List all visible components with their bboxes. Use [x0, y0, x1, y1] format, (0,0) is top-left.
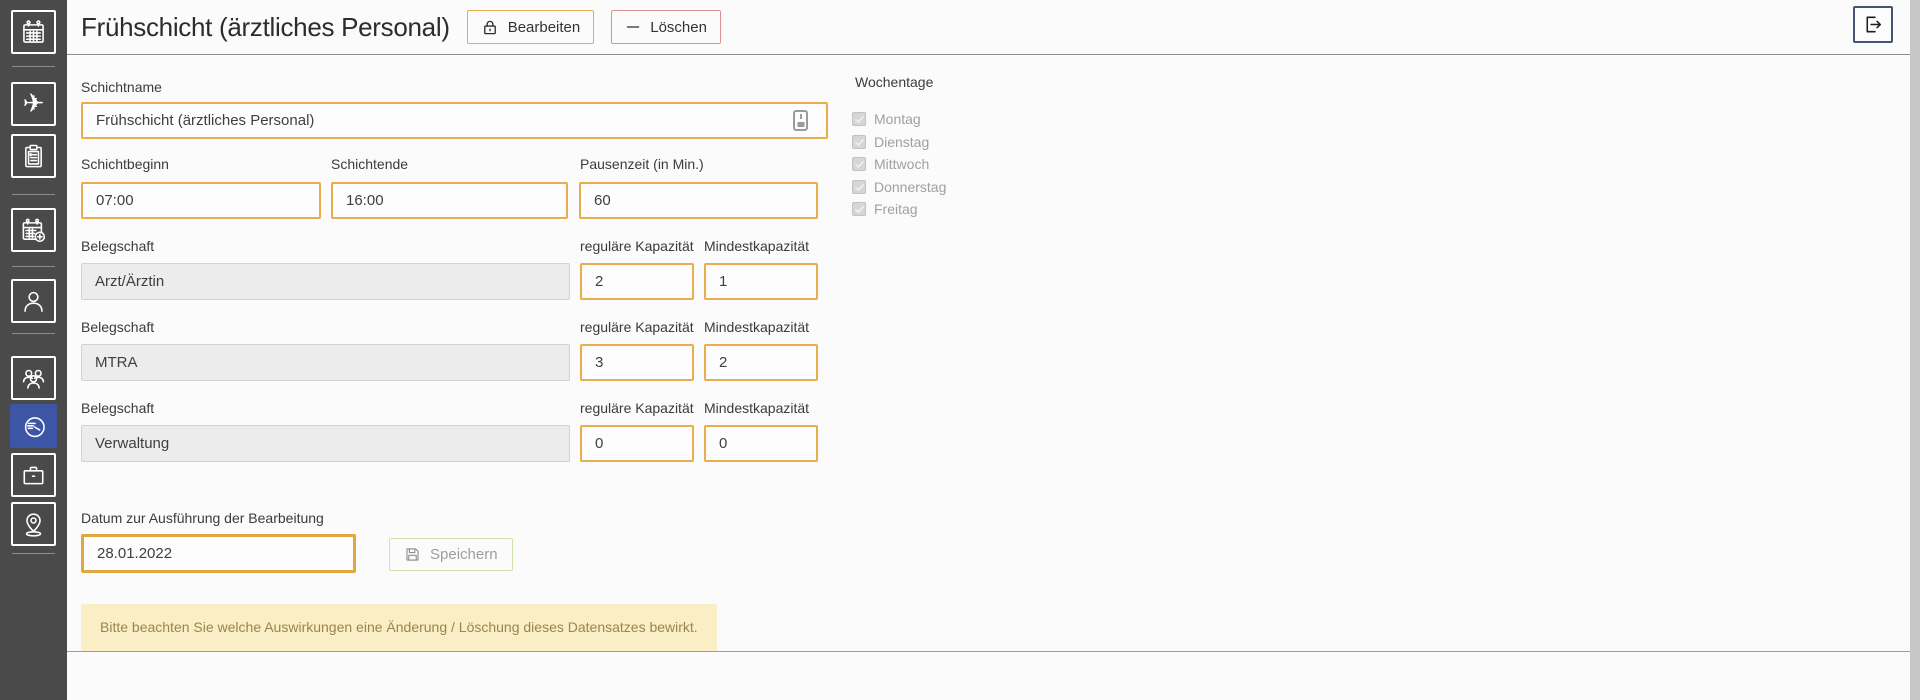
app: ✈: [0, 0, 1920, 700]
sidebar-item-person[interactable]: [11, 279, 56, 323]
staff-label: Belegschaft: [81, 319, 154, 335]
lock-icon: [481, 18, 499, 37]
sidebar-item-briefcase[interactable]: [11, 453, 56, 497]
checkbox-dienstag[interactable]: [852, 135, 866, 149]
staff-label: Belegschaft: [81, 400, 154, 416]
checkbox-montag[interactable]: [852, 112, 866, 126]
weekday-row-dienstag: Dienstag: [852, 134, 929, 150]
calendar-icon: [20, 19, 47, 46]
section-divider: [67, 651, 1910, 652]
regular-capacity-label: reguläre Kapazität: [580, 319, 694, 335]
break-time-label: Pausenzeit (in Min.): [580, 156, 704, 172]
weekdays-label: Wochentage: [855, 74, 933, 90]
regular-capacity-input[interactable]: [580, 263, 694, 300]
export-button[interactable]: [1853, 6, 1893, 43]
calendar-add-icon: [20, 217, 47, 244]
min-capacity-input[interactable]: [704, 344, 818, 381]
sidebar-item-calendar[interactable]: [11, 10, 56, 54]
check-icon: [854, 159, 865, 170]
save-icon: [404, 546, 421, 563]
check-icon: [854, 204, 865, 215]
page-title: Frühschicht (ärztliches Personal): [81, 12, 450, 43]
checkbox-freitag[interactable]: [852, 202, 866, 216]
page-header: Frühschicht (ärztliches Personal) Bearbe…: [81, 0, 721, 54]
regular-capacity-input[interactable]: [580, 425, 694, 462]
check-icon: [854, 137, 865, 148]
weekday-label: Donnerstag: [874, 179, 946, 195]
regular-capacity-input[interactable]: [580, 344, 694, 381]
sidebar: ✈: [0, 0, 67, 700]
briefcase-icon: [20, 462, 47, 489]
minus-icon: [625, 19, 641, 35]
checkbox-donnerstag[interactable]: [852, 180, 866, 194]
sidebar-divider: [12, 194, 55, 195]
shift-end-label: Schichtende: [331, 156, 408, 172]
shift-start-input[interactable]: [81, 182, 321, 219]
exit-arrow-icon: [1862, 13, 1885, 36]
check-icon: [854, 114, 865, 125]
autofill-badge-icon: [793, 110, 808, 131]
person-icon: [20, 288, 47, 315]
min-capacity-label: Mindestkapazität: [704, 400, 809, 416]
execution-date-input[interactable]: [81, 534, 356, 573]
sidebar-item-travel[interactable]: ✈: [11, 82, 56, 126]
shift-start-label: Schichtbeginn: [81, 156, 169, 172]
execution-date-label: Datum zur Ausführung der Bearbeitung: [81, 510, 324, 526]
clock-icon: [20, 413, 47, 440]
weekday-row-donnerstag: Donnerstag: [852, 179, 946, 195]
sidebar-item-shifts[interactable]: [10, 404, 57, 448]
save-button-label: Speichern: [430, 546, 498, 563]
weekday-label: Dienstag: [874, 134, 929, 150]
min-capacity-input[interactable]: [704, 425, 818, 462]
delete-button-label: Löschen: [650, 19, 707, 36]
staff-input[interactable]: [81, 263, 570, 300]
delete-button[interactable]: Löschen: [611, 10, 721, 44]
min-capacity-input[interactable]: [704, 263, 818, 300]
save-button[interactable]: Speichern: [389, 538, 513, 571]
notice-banner: Bitte beachten Sie welche Auswirkungen e…: [81, 604, 717, 651]
min-capacity-label: Mindestkapazität: [704, 238, 809, 254]
weekday-label: Freitag: [874, 201, 918, 217]
shift-name-input[interactable]: [81, 102, 828, 139]
weekday-label: Mittwoch: [874, 156, 929, 172]
location-pin-icon: [20, 511, 47, 538]
sidebar-item-location[interactable]: [11, 502, 56, 546]
check-icon: [854, 182, 865, 193]
weekday-row-montag: Montag: [852, 111, 921, 127]
regular-capacity-label: reguläre Kapazität: [580, 400, 694, 416]
sidebar-divider: [12, 266, 55, 267]
sidebar-divider: [12, 66, 55, 67]
staff-input[interactable]: [81, 344, 570, 381]
sidebar-item-calendar-add[interactable]: [11, 208, 56, 252]
checkbox-mittwoch[interactable]: [852, 157, 866, 171]
edit-button[interactable]: Bearbeiten: [467, 10, 595, 44]
sidebar-item-tasks[interactable]: [11, 134, 56, 178]
header-divider: [67, 54, 1910, 55]
sidebar-divider: [12, 553, 55, 554]
weekday-label: Montag: [874, 111, 921, 127]
shift-name-label: Schichtname: [81, 79, 162, 95]
staff-input[interactable]: [81, 425, 570, 462]
scrollbar[interactable]: [1910, 0, 1920, 700]
regular-capacity-label: reguläre Kapazität: [580, 238, 694, 254]
airplane-icon: ✈: [23, 90, 45, 116]
break-time-input[interactable]: [579, 182, 818, 219]
min-capacity-label: Mindestkapazität: [704, 319, 809, 335]
edit-button-label: Bearbeiten: [508, 19, 581, 36]
sidebar-divider: [12, 333, 55, 334]
sidebar-item-group[interactable]: [11, 356, 56, 400]
clipboard-icon: [20, 143, 47, 170]
staff-label: Belegschaft: [81, 238, 154, 254]
weekday-row-mittwoch: Mittwoch: [852, 156, 929, 172]
weekday-row-freitag: Freitag: [852, 201, 918, 217]
group-icon: [20, 365, 47, 392]
shift-end-input[interactable]: [331, 182, 568, 219]
